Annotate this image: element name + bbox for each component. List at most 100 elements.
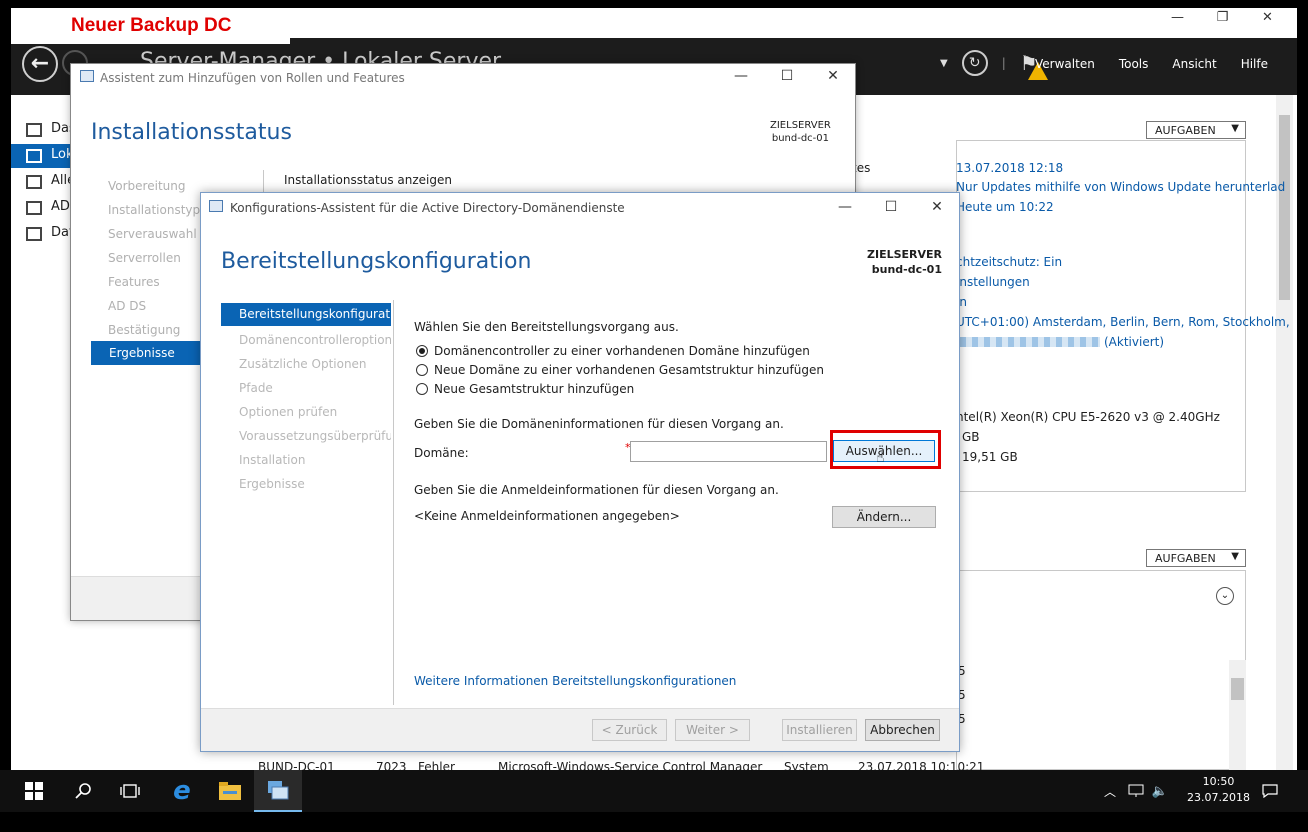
menu-tools[interactable]: Tools <box>1119 57 1149 71</box>
prop-activation[interactable]: (Aktiviert) <box>1104 335 1164 349</box>
wizard1-nav-item[interactable]: Features <box>108 275 160 289</box>
radio-new-forest[interactable]: Neue Gesamtstruktur hinzufügen <box>416 382 634 396</box>
wizard2-nav-item-selected[interactable]: Bereitstellungskonfigurati... <box>221 303 391 326</box>
target-server: bund-dc-01 <box>771 133 830 144</box>
adds-config-wizard <box>200 192 960 752</box>
wizard2-target-server: ZIELSERVER bund-dc-01 <box>862 247 942 277</box>
file-services-icon <box>26 227 42 241</box>
wizard2-nav-item[interactable]: Optionen prüfen <box>239 405 391 419</box>
windows-start-icon[interactable] <box>10 770 58 812</box>
cancel-button[interactable]: Abbrechen <box>865 719 940 741</box>
sidebar-item-local-server[interactable]: Lok <box>11 144 71 168</box>
next-button[interactable]: Weiter > <box>675 719 750 741</box>
wizard-app-icon <box>80 70 94 82</box>
events-scrollbar-thumb[interactable] <box>1231 678 1244 700</box>
wizard2-heading: Bereitstellungskonfiguration <box>221 249 532 274</box>
credentials-info-label: Geben Sie die Anmeldeinformationen für d… <box>414 483 779 497</box>
prop-windows-update[interactable]: Nur Updates mithilfe von Windows Update … <box>956 180 1285 194</box>
wizard2-nav-item[interactable]: Installation <box>239 453 391 467</box>
internet-explorer-icon[interactable]: e <box>158 770 206 812</box>
server-manager-window-controls: — ❐ ✕ <box>1155 10 1290 25</box>
wizard1-divider <box>263 170 264 192</box>
wizard1-nav-item[interactable]: Serverrollen <box>108 251 181 265</box>
change-credentials-button[interactable]: Ändern... <box>832 506 936 528</box>
tasks-dropdown-properties[interactable]: AUFGABEN <box>1146 121 1246 139</box>
radio-icon[interactable] <box>416 364 428 376</box>
mouse-cursor-icon: ☝ <box>876 450 885 466</box>
dropdown-arrow-icon[interactable]: ▼ <box>940 58 948 69</box>
restore-icon[interactable]: ❐ <box>1200 10 1245 25</box>
wizard1-nav-item[interactable]: Bestätigung <box>108 323 180 337</box>
wizard1-nav-item[interactable]: Installationstyp <box>108 203 200 217</box>
radio-add-dc[interactable]: Domänencontroller zu einer vorhandenen D… <box>416 344 810 358</box>
action-center-icon[interactable] <box>1246 770 1294 812</box>
overlay-label: Neuer Backup DC <box>11 8 290 44</box>
wizard2-nav-item[interactable]: Domänencontrolleroption... <box>239 333 391 347</box>
wizard1-nav-item[interactable]: Vorbereitung <box>108 179 185 193</box>
prop-feedback[interactable]: instellungen <box>956 275 1030 289</box>
network-icon[interactable] <box>1124 770 1148 812</box>
choose-operation-label: Wählen Sie den Bereitstellungsvorgang au… <box>414 320 679 334</box>
back-arrow-icon[interactable]: ← <box>22 46 58 82</box>
minimize-icon[interactable]: — <box>1155 10 1200 25</box>
back-button[interactable]: < Zurück <box>592 719 667 741</box>
clock-time: 10:50 <box>1202 775 1235 788</box>
sidebar-item-ad-ds[interactable]: AD <box>11 196 71 220</box>
wizard1-nav-item[interactable]: AD DS <box>108 299 146 313</box>
refresh-icon[interactable]: ↻ <box>961 50 988 76</box>
prop-ram: GB <box>962 430 980 444</box>
menu-verwalten[interactable]: Verwalten <box>1035 57 1095 71</box>
ad-ds-icon <box>26 201 42 215</box>
prop-last-check[interactable]: Heute um 10:22 <box>956 200 1054 214</box>
volume-muted-icon[interactable]: 🔈 <box>1148 770 1172 812</box>
menu-hilfe[interactable]: Hilfe <box>1241 57 1268 71</box>
more-info-link[interactable]: Weitere Informationen Bereitstellungskon… <box>414 674 736 688</box>
close-icon[interactable]: ✕ <box>810 68 856 84</box>
wizard2-title: Konfigurations-Assistent für die Active … <box>230 201 625 215</box>
maximize-icon[interactable]: ☐ <box>868 199 914 215</box>
dashboard-icon <box>26 123 42 137</box>
prop-disk: 19,51 GB <box>962 450 1018 464</box>
show-hidden-icons-chevron-icon[interactable]: ︿ <box>1098 770 1122 812</box>
target-server: bund-dc-01 <box>871 263 942 276</box>
close-icon[interactable]: ✕ <box>1245 10 1290 25</box>
tasks-dropdown-events[interactable]: AUFGABEN <box>1146 549 1246 567</box>
file-explorer-icon[interactable] <box>206 770 254 812</box>
header-tools: ▼ ↻ | ⚑ <box>940 50 1038 76</box>
close-icon[interactable]: ✕ <box>914 199 960 215</box>
scrollbar-thumb[interactable] <box>1279 115 1290 300</box>
sidebar-item-file-services[interactable]: Dat <box>11 222 71 246</box>
search-icon[interactable] <box>60 770 108 812</box>
wizard1-nav-item-selected[interactable]: Ergebnisse <box>91 341 201 365</box>
prop-antimalware[interactable]: chtzeitschutz: Ein <box>956 255 1062 269</box>
wizard2-nav-item[interactable]: Ergebnisse <box>239 477 391 491</box>
prop-timezone[interactable]: UTC+01:00) Amsterdam, Berlin, Bern, Rom,… <box>956 315 1290 329</box>
wizard2-nav-item[interactable]: Pfade <box>239 381 391 395</box>
wizard1-status-label: Installationsstatus anzeigen <box>284 173 452 187</box>
wizard1-nav-item[interactable]: Serverauswahl <box>108 227 197 241</box>
wizard1-footer <box>71 576 201 620</box>
target-label: ZIELSERVER <box>770 120 831 131</box>
events-scrollbar[interactable] <box>1229 660 1246 770</box>
domain-input[interactable] <box>630 441 827 462</box>
radio-selected-icon[interactable] <box>416 345 428 357</box>
minimize-icon[interactable]: — <box>822 199 868 215</box>
wizard2-nav-item[interactable]: Voraussetzungsüberprüfu... <box>239 429 391 443</box>
minimize-icon[interactable]: — <box>718 68 764 84</box>
wizard-app-icon <box>209 200 223 212</box>
radio-icon[interactable] <box>416 383 428 395</box>
credentials-value: <Keine Anmeldeinformationen angegeben> <box>414 509 680 523</box>
server-manager-scrollbar[interactable] <box>1276 95 1293 770</box>
radio-new-domain[interactable]: Neue Domäne zu einer vorhandenen Gesamts… <box>416 363 824 377</box>
sidebar-item-dashboard[interactable]: Das <box>11 118 71 142</box>
wizard2-nav-item[interactable]: Zusätzliche Optionen <box>239 357 391 371</box>
sidebar-item-all-servers[interactable]: Alle <box>11 170 71 194</box>
server-manager-taskbar-icon[interactable] <box>254 770 302 812</box>
task-view-icon[interactable] <box>106 770 154 812</box>
install-button[interactable]: Installieren <box>782 719 857 741</box>
prop-last-updates[interactable]: 13.07.2018 12:18 <box>956 161 1063 175</box>
taskbar-clock[interactable]: 10:50 23.07.2018 <box>1187 774 1250 806</box>
maximize-icon[interactable]: ☐ <box>764 68 810 84</box>
expand-chevron-icon[interactable]: ⌄ <box>1216 587 1234 605</box>
menu-ansicht[interactable]: Ansicht <box>1172 57 1216 71</box>
